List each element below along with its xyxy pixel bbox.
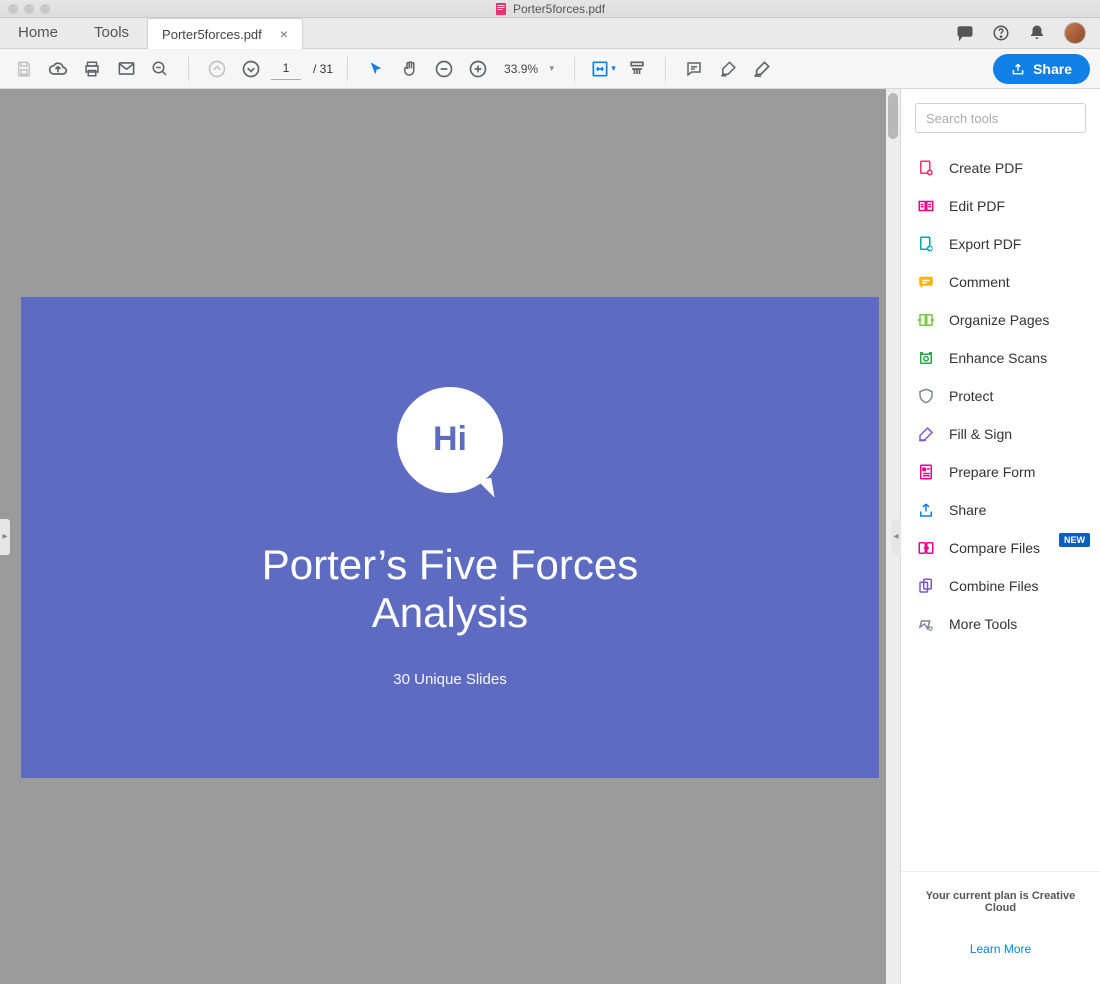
close-window-icon[interactable]	[8, 4, 18, 14]
zoom-out-magnify-icon[interactable]	[146, 55, 174, 83]
maximize-window-icon[interactable]	[40, 4, 50, 14]
comment-icon	[917, 273, 935, 291]
nav-home[interactable]: Home	[0, 17, 76, 48]
page-display-icon[interactable]	[623, 55, 651, 83]
more-icon	[917, 615, 935, 633]
tool-item-label: Edit PDF	[949, 198, 1005, 214]
zoom-in-icon[interactable]	[464, 55, 492, 83]
share-icon	[917, 501, 935, 519]
hand-tool-icon[interactable]	[396, 55, 424, 83]
page-total-label: / 31	[313, 62, 333, 76]
minimize-window-icon[interactable]	[24, 4, 34, 14]
tool-item-label: Export PDF	[949, 236, 1021, 252]
tool-item-label: Fill & Sign	[949, 426, 1012, 442]
print-icon[interactable]	[78, 55, 106, 83]
highlight-icon[interactable]	[714, 55, 742, 83]
tool-item-protect[interactable]: Protect	[901, 377, 1100, 415]
protect-icon	[917, 387, 935, 405]
zoom-select[interactable]: 33.9% ▾	[498, 59, 560, 79]
tab-bar: Home Tools Porter5forces.pdf ×	[0, 18, 1100, 49]
share-upload-icon	[1011, 62, 1025, 76]
zoom-value: 33.9%	[498, 59, 560, 79]
scrollbar-thumb[interactable]	[888, 93, 898, 139]
bubble-text: Hi	[433, 420, 467, 459]
zoom-out-icon[interactable]	[430, 55, 458, 83]
left-panel-toggle[interactable]: ▸	[0, 519, 10, 555]
tool-item-label: Protect	[949, 388, 993, 404]
selection-tool-icon[interactable]	[362, 55, 390, 83]
organize-icon	[917, 311, 935, 329]
document-tab[interactable]: Porter5forces.pdf ×	[147, 18, 303, 49]
help-icon[interactable]	[992, 24, 1010, 42]
tool-item-label: Organize Pages	[949, 312, 1049, 328]
tool-item-label: Create PDF	[949, 160, 1023, 176]
pdf-page: Hi Porter’s Five Forces Analysis 30 Uniq…	[21, 297, 879, 778]
document-tab-label: Porter5forces.pdf	[162, 27, 262, 42]
save-icon[interactable]	[10, 55, 38, 83]
combine-icon	[917, 577, 935, 595]
close-tab-icon[interactable]: ×	[280, 26, 288, 42]
tool-item-label: Prepare Form	[949, 464, 1035, 480]
user-avatar[interactable]	[1064, 22, 1086, 44]
main-toolbar: / 31 33.9% ▾ ▾ Share	[0, 49, 1100, 89]
learn-more-link[interactable]: Learn More	[915, 942, 1086, 956]
notifications-icon[interactable]	[1028, 24, 1046, 42]
tool-item-compare[interactable]: Compare Files NEW	[901, 529, 1100, 567]
edit-pdf-icon	[917, 197, 935, 215]
tool-item-fill-sign[interactable]: Fill & Sign	[901, 415, 1100, 453]
tool-item-label: Comment	[949, 274, 1010, 290]
tool-item-label: Combine Files	[949, 578, 1038, 594]
pdf-file-icon	[495, 3, 507, 15]
tool-item-prepare-form[interactable]: Prepare Form	[901, 453, 1100, 491]
page-number-input[interactable]	[271, 58, 301, 80]
tool-item-organize[interactable]: Organize Pages	[901, 301, 1100, 339]
tool-item-more[interactable]: More Tools	[901, 605, 1100, 643]
window-title: Porter5forces.pdf	[513, 2, 605, 16]
cloud-upload-icon[interactable]	[44, 55, 72, 83]
enhance-icon	[917, 349, 935, 367]
email-icon[interactable]	[112, 55, 140, 83]
sticky-note-icon[interactable]	[680, 55, 708, 83]
tool-item-create-pdf[interactable]: Create PDF	[901, 149, 1100, 187]
fit-width-icon[interactable]: ▾	[589, 55, 617, 83]
export-pdf-icon	[917, 235, 935, 253]
tool-item-combine[interactable]: Combine Files	[901, 567, 1100, 605]
share-button[interactable]: Share	[993, 54, 1090, 84]
create-pdf-icon	[917, 159, 935, 177]
page-down-icon[interactable]	[237, 55, 265, 83]
compare-icon	[917, 539, 935, 557]
tool-item-label: More Tools	[949, 616, 1017, 632]
search-tools-input[interactable]	[915, 103, 1086, 133]
slide-subtitle: 30 Unique Slides	[393, 671, 506, 688]
tools-sidebar: ◂ Create PDFEdit PDFExport PDFCommentOrg…	[900, 89, 1100, 984]
slide-title: Porter’s Five Forces Analysis	[262, 541, 639, 638]
document-viewport[interactable]: ▸ Hi Porter’s Five Forces Analysis 30 Un…	[0, 89, 900, 984]
tool-item-label: Share	[949, 502, 986, 518]
tool-item-comment[interactable]: Comment	[901, 263, 1100, 301]
tool-item-share[interactable]: Share	[901, 491, 1100, 529]
nav-tools[interactable]: Tools	[76, 17, 147, 48]
comments-panel-icon[interactable]	[956, 24, 974, 42]
tool-list: Create PDF Edit PDF Export PDF Comment Organ…	[901, 147, 1100, 645]
right-panel-toggle[interactable]: ◂	[891, 519, 901, 555]
signature-icon[interactable]	[748, 55, 776, 83]
fill-sign-icon	[917, 425, 935, 443]
page-up-icon[interactable]	[203, 55, 231, 83]
tool-item-label: Compare Files	[949, 540, 1040, 556]
speech-bubble-icon: Hi	[397, 387, 503, 493]
tool-item-enhance[interactable]: Enhance Scans	[901, 339, 1100, 377]
prepare-form-icon	[917, 463, 935, 481]
window-controls[interactable]	[8, 4, 50, 14]
window-titlebar: Porter5forces.pdf	[0, 0, 1100, 18]
tool-item-edit-pdf[interactable]: Edit PDF	[901, 187, 1100, 225]
share-button-label: Share	[1033, 61, 1072, 77]
tool-item-label: Enhance Scans	[949, 350, 1047, 366]
plan-text: Your current plan is Creative Cloud	[915, 890, 1086, 914]
tool-item-export-pdf[interactable]: Export PDF	[901, 225, 1100, 263]
new-badge: NEW	[1059, 533, 1090, 547]
